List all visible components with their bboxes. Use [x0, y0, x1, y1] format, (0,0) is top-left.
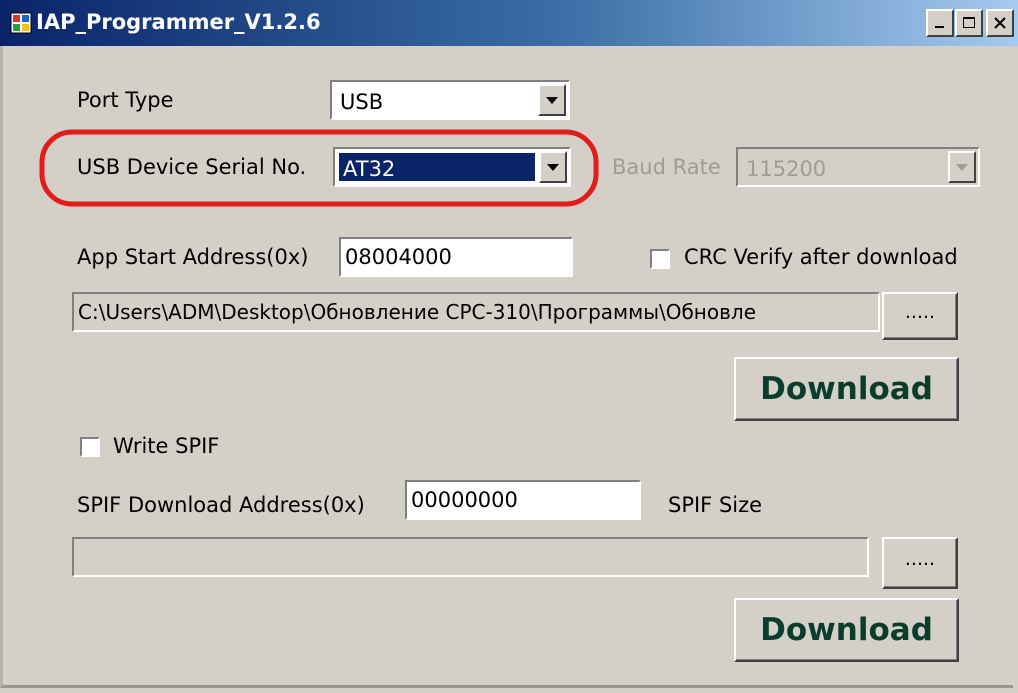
- app-icon: [10, 12, 32, 34]
- spif-size-label: SPIF Size: [668, 493, 763, 517]
- maximize-icon: [963, 17, 975, 28]
- app-start-input[interactable]: 08004000: [339, 237, 573, 277]
- port-type-label: Port Type: [77, 88, 174, 112]
- baud-rate-select: 115200: [736, 147, 980, 187]
- chevron-down-icon: [546, 97, 558, 104]
- baud-rate-value: 115200: [746, 157, 827, 181]
- port-type-value: USB: [340, 90, 384, 114]
- port-type-select[interactable]: USB: [330, 80, 570, 120]
- app-download-button[interactable]: Download: [734, 357, 959, 421]
- spif-address-label: SPIF Download Address(0x): [77, 493, 365, 517]
- spif-file-path-field[interactable]: [72, 537, 869, 577]
- chevron-down-icon: [956, 164, 968, 171]
- close-button[interactable]: [986, 9, 1014, 37]
- crc-verify-label: CRC Verify after download: [684, 245, 958, 269]
- minimize-button[interactable]: [926, 9, 954, 37]
- write-spif-label: Write SPIF: [113, 434, 220, 458]
- maximize-button[interactable]: [955, 9, 983, 37]
- red-highlight-ellipse: [39, 129, 599, 207]
- app-start-label: App Start Address(0x): [77, 245, 309, 269]
- minimize-icon: [935, 26, 944, 28]
- port-type-dropdown-button[interactable]: [538, 84, 566, 116]
- crc-verify-checkbox[interactable]: [650, 249, 670, 269]
- baud-rate-dropdown-button: [948, 151, 976, 183]
- write-spif-checkbox[interactable]: [80, 437, 100, 457]
- close-icon: [994, 17, 1006, 29]
- baud-rate-label: Baud Rate: [612, 155, 721, 179]
- spif-browse-button[interactable]: .....: [882, 537, 958, 589]
- spif-address-input[interactable]: 00000000: [405, 480, 641, 520]
- app-browse-button[interactable]: .....: [882, 292, 958, 340]
- app-file-path-field[interactable]: C:\Users\ADM\Desktop\Обновление CPC-310\…: [72, 292, 880, 332]
- window-title: IAP_Programmer_V1.2.6: [36, 10, 321, 34]
- spif-download-button[interactable]: Download: [734, 598, 959, 662]
